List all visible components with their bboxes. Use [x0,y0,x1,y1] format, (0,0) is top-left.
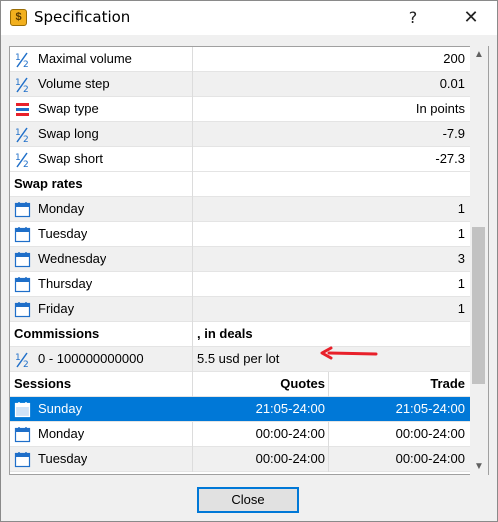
table-row[interactable]: 12 Volume step 0.01 [10,72,471,97]
table-row[interactable]: Tuesday 00:00-24:00 00:00-24:00 [10,447,471,472]
table-row[interactable]: Thursday 1 [10,272,471,297]
svg-text:2: 2 [23,360,29,368]
table-row[interactable]: Swap type In points [10,97,471,122]
property-value: In points [415,101,465,116]
svg-text:1: 1 [15,153,21,163]
swap-rate-value: 1 [457,201,465,216]
session-day: Tuesday [38,451,88,466]
svg-text:1: 1 [15,128,21,138]
property-value: -7.9 [442,126,465,141]
vertical-scrollbar[interactable]: ▲ ▼ [470,46,488,475]
commission-unit: , in deals [197,326,253,341]
svg-text:2: 2 [23,160,29,168]
scroll-up-icon[interactable]: ▲ [470,46,488,63]
weekday-name: Wednesday [38,251,107,266]
table-row[interactable]: Friday 1 [10,297,471,322]
section-title: Swap rates [14,176,83,191]
fraction-icon: 12 [15,152,29,168]
swap-rate-value: 3 [457,251,465,266]
specification-dialog: $ Specification ? ✕ 12 Maximal volume 20… [0,0,498,522]
section-title: Sessions [14,376,72,391]
help-button[interactable]: ? [399,3,427,33]
table-row-selected[interactable]: Sunday 21:05-24:00 21:05-24:00 [10,397,471,422]
fraction-icon: 12 [15,127,29,143]
svg-text:1: 1 [15,78,21,88]
commission-range: 0 - 100000000000 [38,351,144,366]
window-title: Specification [34,8,131,26]
calendar-icon [14,402,31,418]
column-header-trade: Trade [430,376,465,391]
close-button[interactable]: Close [197,487,299,513]
calendar-icon [14,202,31,218]
property-name: Maximal volume [38,51,132,66]
table-row[interactable]: 12 Maximal volume 200 [10,47,471,72]
table-row[interactable]: 12 Swap long -7.9 [10,122,471,147]
session-trade: 21:05-24:00 [395,401,465,416]
swap-rate-value: 1 [457,276,465,291]
session-quotes: 21:05-24:00 [255,401,325,416]
property-value: -27.3 [435,151,465,166]
calendar-icon [14,252,31,268]
calendar-icon [14,302,31,318]
svg-text:2: 2 [23,60,29,68]
list-icon [16,103,29,116]
calendar-icon [14,227,31,243]
session-quotes: 00:00-24:00 [255,451,325,466]
calendar-icon [14,452,31,468]
calendar-icon [14,277,31,293]
swap-rate-value: 1 [457,301,465,316]
column-header-quotes: Quotes [280,376,325,391]
property-value: 0.01 [439,76,465,91]
property-value: 200 [443,51,465,66]
weekday-name: Friday [38,301,75,316]
svg-text:2: 2 [23,135,29,143]
session-trade: 00:00-24:00 [395,451,465,466]
fraction-icon: 12 [15,352,29,368]
svg-text:1: 1 [15,53,21,63]
session-day: Sunday [38,401,83,416]
section-header-commissions[interactable]: Commissions , in deals [10,322,471,347]
table-row[interactable]: Wednesday 3 [10,247,471,272]
property-name: Swap long [38,126,99,141]
fraction-icon: 12 [15,52,29,68]
section-header-sessions[interactable]: Sessions Quotes Trade [10,372,471,397]
red-arrow-annotation [320,346,378,360]
table-row[interactable]: 12 0 - 100000000000 5.5 usd per lot [10,347,471,372]
table-row[interactable]: Monday 1 [10,197,471,222]
specification-grid[interactable]: 12 Maximal volume 200 12 Volume step 0.0… [9,46,489,475]
session-quotes: 00:00-24:00 [255,426,325,441]
scroll-down-icon[interactable]: ▼ [470,458,488,475]
swap-rate-value: 1 [457,226,465,241]
weekday-name: Tuesday [38,226,88,241]
close-window-button[interactable]: ✕ [457,3,485,33]
property-name: Swap short [38,151,104,166]
section-title: Commissions [14,326,100,341]
table-row[interactable]: 12 Swap short -27.3 [10,147,471,172]
svg-text:1: 1 [15,353,21,363]
title-bar[interactable]: $ Specification ? ✕ [1,1,497,35]
dollar-app-icon: $ [10,9,27,26]
svg-text:2: 2 [23,85,29,93]
calendar-icon [14,427,31,443]
property-name: Volume step [38,76,110,91]
table-row[interactable]: Monday 00:00-24:00 00:00-24:00 [10,422,471,447]
table-row[interactable]: Tuesday 1 [10,222,471,247]
session-day: Monday [38,426,85,441]
weekday-name: Thursday [38,276,93,291]
section-header-swap-rates[interactable]: Swap rates [10,172,471,197]
session-trade: 00:00-24:00 [395,426,465,441]
weekday-name: Monday [38,201,85,216]
fraction-icon: 12 [15,77,29,93]
scrollbar-thumb[interactable] [472,227,485,384]
property-name: Swap type [38,101,99,116]
